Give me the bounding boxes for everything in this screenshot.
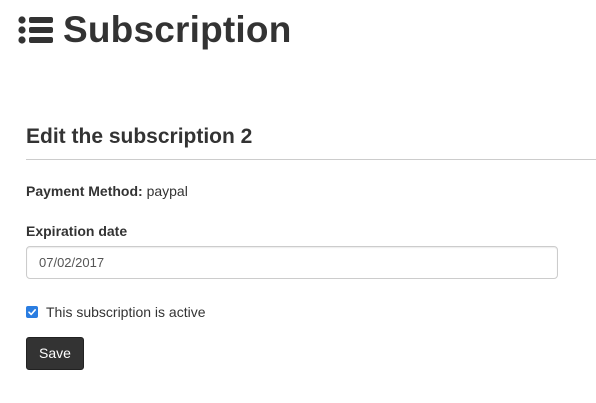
active-checkbox[interactable] bbox=[26, 306, 38, 318]
checkmark-icon bbox=[28, 309, 36, 316]
payment-method-label: Payment Method: bbox=[26, 183, 143, 199]
page-header: Subscription bbox=[18, 10, 292, 50]
payment-method-value: paypal bbox=[146, 183, 188, 199]
expiration-date-label: Expiration date bbox=[26, 223, 128, 239]
list-icon bbox=[18, 16, 53, 44]
payment-method-row: Payment Method: paypal bbox=[26, 182, 596, 200]
form-heading: Edit the subscription 2 bbox=[26, 124, 596, 160]
active-checkbox-row[interactable]: This subscription is active bbox=[26, 303, 596, 321]
page-title: Subscription bbox=[63, 9, 292, 50]
expiration-date-input[interactable] bbox=[26, 246, 558, 279]
save-button[interactable]: Save bbox=[26, 337, 84, 370]
active-checkbox-label: This subscription is active bbox=[46, 304, 206, 320]
edit-subscription-form: Edit the subscription 2 Payment Method: … bbox=[26, 124, 596, 370]
